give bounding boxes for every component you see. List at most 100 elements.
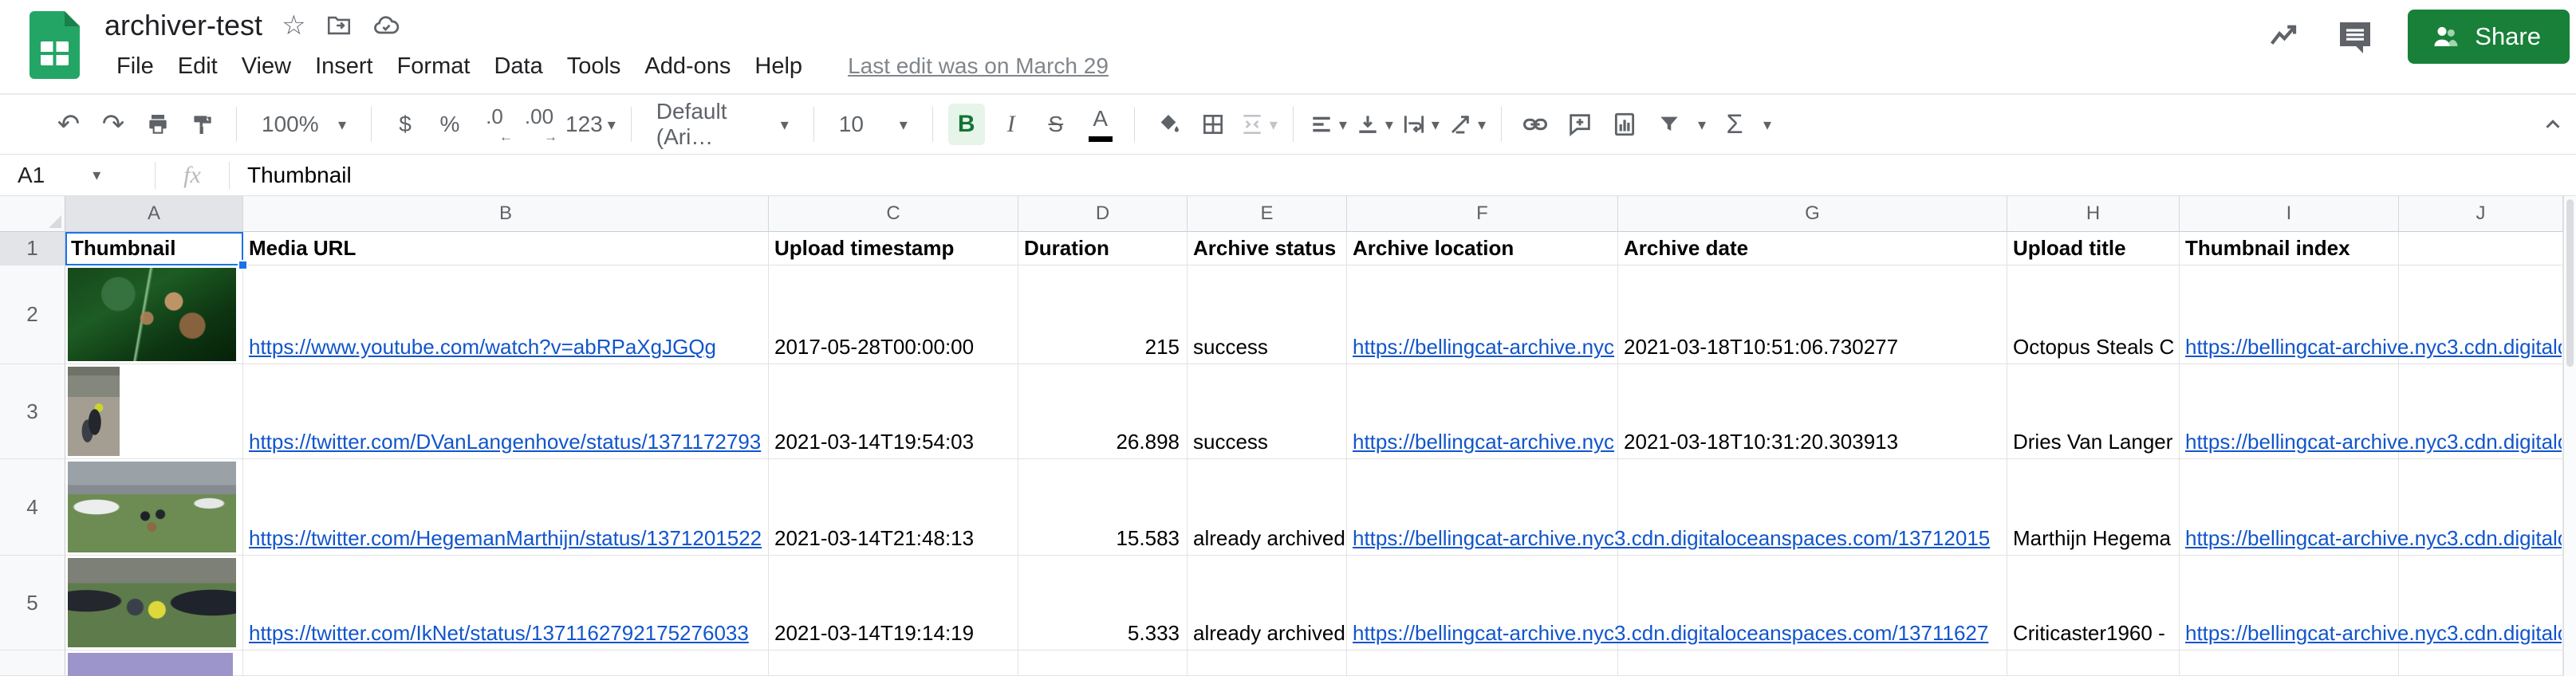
menu-item-edit[interactable]: Edit [166, 50, 230, 83]
redo-button[interactable]: ↷ [95, 104, 132, 145]
cell-I4[interactable]: https://bellingcat-archive.nyc3.cdn.digi… [2180, 459, 2399, 556]
borders-button[interactable] [1195, 104, 1231, 145]
comment-history-icon[interactable] [2336, 18, 2374, 56]
cell-F1[interactable]: Archive location [1347, 232, 1618, 265]
move-folder-icon[interactable] [325, 12, 353, 39]
cell-B4[interactable]: https://twitter.com/HegemanMarthijn/stat… [243, 459, 769, 556]
select-all-corner[interactable] [0, 196, 65, 232]
text-wrap-button[interactable]: ▾ [1401, 104, 1440, 145]
format-currency-button[interactable]: $ [387, 104, 423, 145]
cell-I6[interactable] [2180, 650, 2399, 676]
cell-E4[interactable]: already archived [1188, 459, 1347, 556]
row-header-2[interactable]: 2 [0, 265, 65, 364]
column-header-g[interactable]: G [1618, 196, 2007, 232]
menu-item-file[interactable]: File [104, 50, 166, 83]
cell-E3[interactable]: success [1188, 364, 1347, 459]
cell-I3[interactable]: https://bellingcat-archive.nyc3.cdn.digi… [2180, 364, 2399, 459]
name-box[interactable]: A1 ▾ [0, 155, 155, 195]
font-family-select[interactable]: Default (Ari… ▾ [647, 104, 798, 145]
menu-item-help[interactable]: Help [742, 50, 814, 83]
cell-A2[interactable] [65, 265, 243, 364]
column-header-a[interactable]: A [65, 196, 243, 232]
fill-handle[interactable] [238, 260, 248, 270]
cell-H5[interactable]: Criticaster1960 - [2007, 556, 2180, 650]
cell-D4[interactable]: 15.583 [1018, 459, 1188, 556]
menu-item-view[interactable]: View [230, 50, 303, 83]
column-header-e[interactable]: E [1188, 196, 1347, 232]
filter-button[interactable] [1651, 104, 1688, 145]
cell-I1[interactable]: Thumbnail index [2180, 232, 2399, 265]
row-header-1[interactable]: 1 [0, 232, 65, 265]
menu-item-data[interactable]: Data [482, 50, 554, 83]
increase-decimal-button[interactable]: .00 → [521, 104, 557, 145]
cell-J4[interactable] [2399, 459, 2563, 556]
column-header-c[interactable]: C [769, 196, 1018, 232]
cell-A5[interactable] [65, 556, 243, 650]
cell-A3[interactable] [65, 364, 243, 459]
cell-B3[interactable]: https://twitter.com/DVanLangenhove/statu… [243, 364, 769, 459]
cell-G2[interactable]: 2021-03-18T10:51:06.730277 [1618, 265, 2007, 364]
column-header-f[interactable]: F [1347, 196, 1618, 232]
insert-chart-button[interactable] [1606, 104, 1643, 145]
media-url-value[interactable]: https://twitter.com/HegemanMarthijn/stat… [249, 526, 767, 551]
column-header-i[interactable]: I [2180, 196, 2399, 232]
chevron-down-icon[interactable]: ▾ [1763, 115, 1771, 135]
column-header-d[interactable]: D [1018, 196, 1188, 232]
cell-I2[interactable]: https://bellingcat-archive.nyc3.cdn.digi… [2180, 265, 2399, 364]
column-header-h[interactable]: H [2007, 196, 2180, 232]
sheets-logo-icon[interactable] [30, 11, 80, 79]
cell-I5[interactable]: https://bellingcat-archive.nyc3.cdn.digi… [2180, 556, 2399, 650]
zoom-select[interactable]: 100% ▾ [252, 104, 356, 145]
cloud-saved-icon[interactable] [372, 11, 400, 40]
cell-D6[interactable] [1018, 650, 1188, 676]
cell-G3[interactable]: 2021-03-18T10:31:20.303913 [1618, 364, 2007, 459]
cell-C6[interactable] [769, 650, 1018, 676]
menu-item-insert[interactable]: Insert [303, 50, 385, 83]
cell-C3[interactable]: 2021-03-14T19:54:03 [769, 364, 1018, 459]
cell-G1[interactable]: Archive date [1618, 232, 2007, 265]
row-header-partial[interactable] [0, 650, 65, 676]
scrollbar-thumb[interactable] [2566, 199, 2574, 367]
cell-C4[interactable]: 2021-03-14T21:48:13 [769, 459, 1018, 556]
cell-C5[interactable]: 2021-03-14T19:14:19 [769, 556, 1018, 650]
paint-format-button[interactable] [184, 104, 221, 145]
text-color-button[interactable]: A [1082, 104, 1119, 145]
archive-location-value[interactable]: https://bellingcat-archive.nyc [1353, 335, 1617, 360]
cell-E1[interactable]: Archive status [1188, 232, 1347, 265]
cell-F4[interactable]: https://bellingcat-archive.nyc3.cdn.digi… [1347, 459, 1618, 556]
cell-G6[interactable] [1618, 650, 2007, 676]
italic-button[interactable]: I [993, 104, 1030, 145]
menu-item-add-ons[interactable]: Add-ons [632, 50, 742, 83]
format-percent-button[interactable]: % [431, 104, 468, 145]
cell-D2[interactable]: 215 [1018, 265, 1188, 364]
strikethrough-button[interactable]: S [1038, 104, 1074, 145]
cell-F3[interactable]: https://bellingcat-archive.nyc [1347, 364, 1618, 459]
sheet-activity-icon[interactable] [2266, 18, 2302, 55]
menu-item-format[interactable]: Format [385, 50, 483, 83]
cell-J1[interactable] [2399, 232, 2563, 265]
document-title[interactable]: archiver-test [104, 9, 262, 42]
cell-G4[interactable] [1618, 459, 2007, 556]
star-icon[interactable]: ☆ [282, 12, 305, 39]
media-url-value[interactable]: https://twitter.com/DVanLangenhove/statu… [249, 430, 767, 454]
row-header-5[interactable]: 5 [0, 556, 65, 650]
media-url-value[interactable]: https://twitter.com/IkNet/status/1371162… [249, 621, 767, 646]
cell-H3[interactable]: Dries Van Langer [2007, 364, 2180, 459]
fill-color-button[interactable] [1150, 104, 1187, 145]
text-rotation-button[interactable]: ▾ [1448, 104, 1486, 145]
row-header-4[interactable]: 4 [0, 459, 65, 556]
cell-D5[interactable]: 5.333 [1018, 556, 1188, 650]
cell-F5[interactable]: https://bellingcat-archive.nyc3.cdn.digi… [1347, 556, 1618, 650]
cell-B2[interactable]: https://www.youtube.com/watch?v=abRPaXgJ… [243, 265, 769, 364]
cell-G5[interactable] [1618, 556, 2007, 650]
print-button[interactable] [140, 104, 176, 145]
cell-B1[interactable]: Media URL [243, 232, 769, 265]
font-size-select[interactable]: 10 ▾ [829, 104, 917, 145]
vertical-align-button[interactable]: ▾ [1355, 104, 1393, 145]
cell-A1[interactable]: Thumbnail [65, 232, 243, 265]
cell-C1[interactable]: Upload timestamp [769, 232, 1018, 265]
cell-B5[interactable]: https://twitter.com/IkNet/status/1371162… [243, 556, 769, 650]
cell-J6[interactable] [2399, 650, 2563, 676]
formula-input[interactable]: Thumbnail [230, 163, 2576, 188]
bold-button[interactable]: B [948, 104, 985, 145]
